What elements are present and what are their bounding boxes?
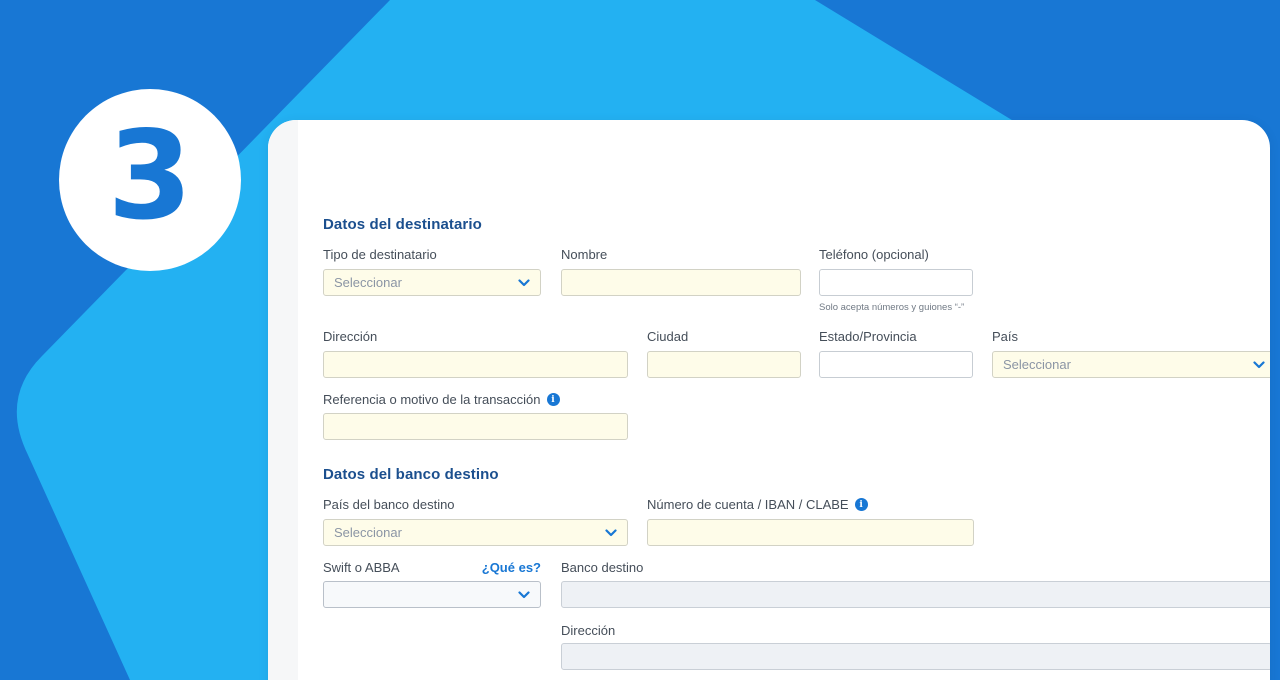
- pais-banco-select[interactable]: Seleccionar: [323, 519, 628, 546]
- cuenta-input[interactable]: [647, 519, 974, 546]
- banco-destino-input: [561, 581, 1270, 608]
- referencia-label: Referencia o motivo de la transacción: [323, 392, 541, 407]
- nombre-label: Nombre: [561, 247, 607, 262]
- telefono-input[interactable]: [819, 269, 973, 296]
- form-card: Datos del destinatario Tipo de destinata…: [268, 120, 1270, 680]
- direccion-label: Dirección: [323, 329, 377, 344]
- referencia-input[interactable]: [323, 413, 628, 440]
- que-es-link[interactable]: ¿Qué es?: [482, 560, 541, 575]
- telefono-helper-text: Solo acepta números y guiones “-”: [819, 302, 964, 313]
- direccion-input[interactable]: [323, 351, 628, 378]
- ciudad-field-wrap: [647, 351, 801, 378]
- bank-section-title: Datos del banco destino: [323, 466, 499, 483]
- nombre-field-wrap: [561, 269, 801, 296]
- cuenta-label-row: Número de cuenta / IBAN / CLABE i: [647, 497, 868, 512]
- info-icon[interactable]: i: [855, 498, 868, 511]
- recipient-section-title: Datos del destinatario: [323, 216, 482, 233]
- ciudad-input[interactable]: [647, 351, 801, 378]
- chevron-down-icon: [518, 591, 530, 599]
- referencia-label-row: Referencia o motivo de la transacción i: [323, 392, 560, 407]
- banco-destino-label: Banco destino: [561, 560, 643, 575]
- swift-select[interactable]: [323, 581, 541, 608]
- step-number: 3: [108, 115, 193, 237]
- chevron-down-icon: [605, 529, 617, 537]
- pais-banco-label: País del banco destino: [323, 497, 455, 512]
- cuenta-label: Número de cuenta / IBAN / CLABE: [647, 497, 849, 512]
- estado-provincia-label: Estado/Provincia: [819, 329, 917, 344]
- step-badge: 3: [59, 89, 241, 271]
- pais-select-value: Seleccionar: [1003, 357, 1071, 372]
- ciudad-label: Ciudad: [647, 329, 688, 344]
- tipo-destinatario-select-value: Seleccionar: [334, 275, 402, 290]
- pais-banco-select-value: Seleccionar: [334, 525, 402, 540]
- pais-label: País: [992, 329, 1018, 344]
- banco-destino-field-wrap: [561, 581, 1270, 608]
- estado-provincia-field-wrap: [819, 351, 973, 378]
- tipo-destinatario-select[interactable]: Seleccionar: [323, 269, 541, 296]
- cuenta-field-wrap: [647, 519, 974, 546]
- info-icon[interactable]: i: [547, 393, 560, 406]
- swift-label: Swift o ABBA: [323, 560, 400, 575]
- pais-select[interactable]: Seleccionar: [992, 351, 1270, 378]
- swift-label-row: Swift o ABBA ¿Qué es?: [323, 560, 541, 575]
- direccion-field-wrap: [323, 351, 628, 378]
- chevron-down-icon: [518, 279, 530, 287]
- card-left-gutter: [268, 120, 298, 680]
- chevron-down-icon: [1253, 361, 1265, 369]
- telefono-field-wrap: [819, 269, 973, 296]
- referencia-field-wrap: [323, 413, 628, 440]
- telefono-label: Teléfono (opcional): [819, 247, 929, 262]
- nombre-input[interactable]: [561, 269, 801, 296]
- banco-direccion-input: [561, 643, 1270, 670]
- banco-direccion-label: Dirección: [561, 623, 615, 638]
- estado-provincia-input[interactable]: [819, 351, 973, 378]
- banco-direccion-field-wrap: [561, 643, 1270, 670]
- tipo-destinatario-label: Tipo de destinatario: [323, 247, 437, 262]
